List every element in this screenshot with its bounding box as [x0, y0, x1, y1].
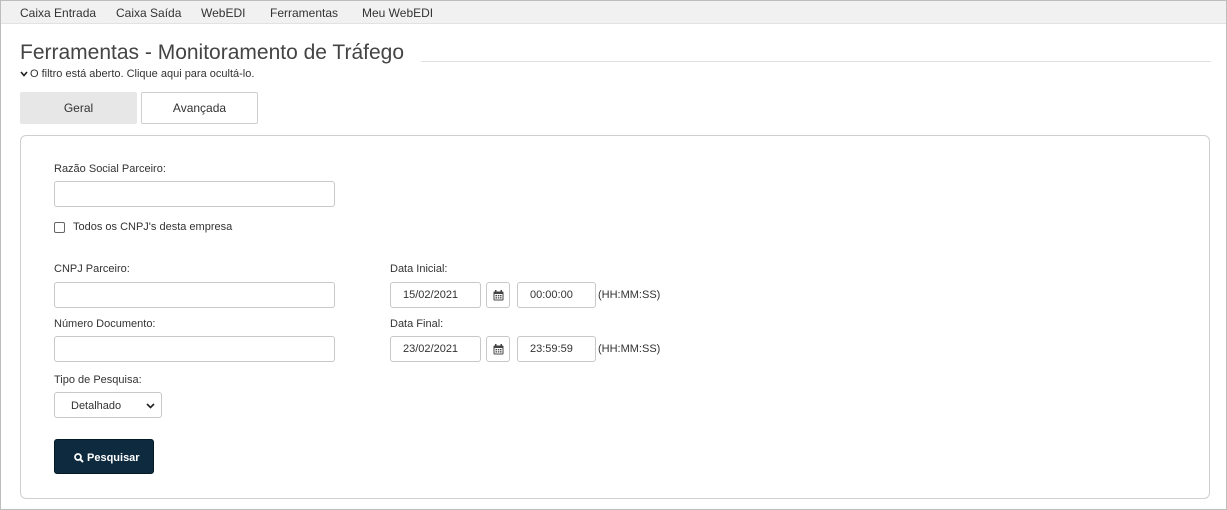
filter-toggle-label: O filtro está aberto. Clique aqui para o… [30, 68, 255, 80]
top-nav: Caixa Entrada Caixa Saída WebEDI Ferrame… [1, 1, 1226, 24]
tipo-pesquisa-label: Tipo de Pesquisa: [54, 374, 142, 386]
razao-social-label: Razão Social Parceiro: [54, 163, 166, 175]
todos-cnpj-label: Todos os CNPJ's desta empresa [73, 221, 233, 233]
todos-cnpj-checkbox[interactable] [54, 222, 65, 233]
tipo-pesquisa-value: Detalhado [71, 400, 122, 412]
data-final-label: Data Final: [390, 318, 444, 330]
pesquisar-button[interactable]: Pesquisar [54, 439, 154, 474]
calendar-icon [493, 290, 504, 301]
search-icon [74, 453, 84, 463]
data-inicial-calendar-button[interactable] [486, 282, 510, 308]
data-final-date-input[interactable] [390, 336, 481, 362]
nav-item-webedi[interactable]: WebEDI [201, 6, 245, 20]
nav-item-meu-webedi[interactable]: Meu WebEDI [362, 6, 433, 20]
data-final-calendar-button[interactable] [486, 336, 510, 362]
numero-documento-label: Número Documento: [54, 318, 156, 330]
razao-social-input[interactable] [54, 181, 335, 207]
nav-item-caixa-entrada[interactable]: Caixa Entrada [20, 6, 96, 20]
tab-avancada[interactable]: Avançada [141, 92, 258, 124]
tab-geral[interactable]: Geral [20, 92, 137, 124]
data-inicial-label: Data Inicial: [390, 263, 448, 275]
calendar-icon [493, 344, 504, 355]
data-inicial-time-input[interactable] [517, 282, 596, 308]
nav-item-ferramentas[interactable]: Ferramentas [270, 6, 338, 20]
tipo-pesquisa-select[interactable]: Detalhado [54, 392, 162, 418]
data-final-time-hint: (HH:MM:SS) [598, 343, 661, 355]
pesquisar-button-label: Pesquisar [87, 452, 140, 464]
data-inicial-date-input[interactable] [390, 282, 481, 308]
filter-toggle[interactable]: O filtro está aberto. Clique aqui para o… [20, 68, 254, 80]
cnpj-parceiro-label: CNPJ Parceiro: [54, 263, 130, 275]
page-title: Ferramentas - Monitoramento de Tráfego [20, 41, 405, 64]
chevron-down-icon [146, 403, 155, 409]
data-inicial-time-hint: (HH:MM:SS) [598, 289, 661, 301]
nav-item-caixa-saida[interactable]: Caixa Saída [116, 6, 181, 20]
data-final-time-input[interactable] [517, 336, 596, 362]
cnpj-parceiro-input[interactable] [54, 282, 335, 308]
chevron-down-icon [20, 69, 30, 79]
numero-documento-input[interactable] [54, 336, 335, 362]
title-divider [421, 61, 1211, 62]
